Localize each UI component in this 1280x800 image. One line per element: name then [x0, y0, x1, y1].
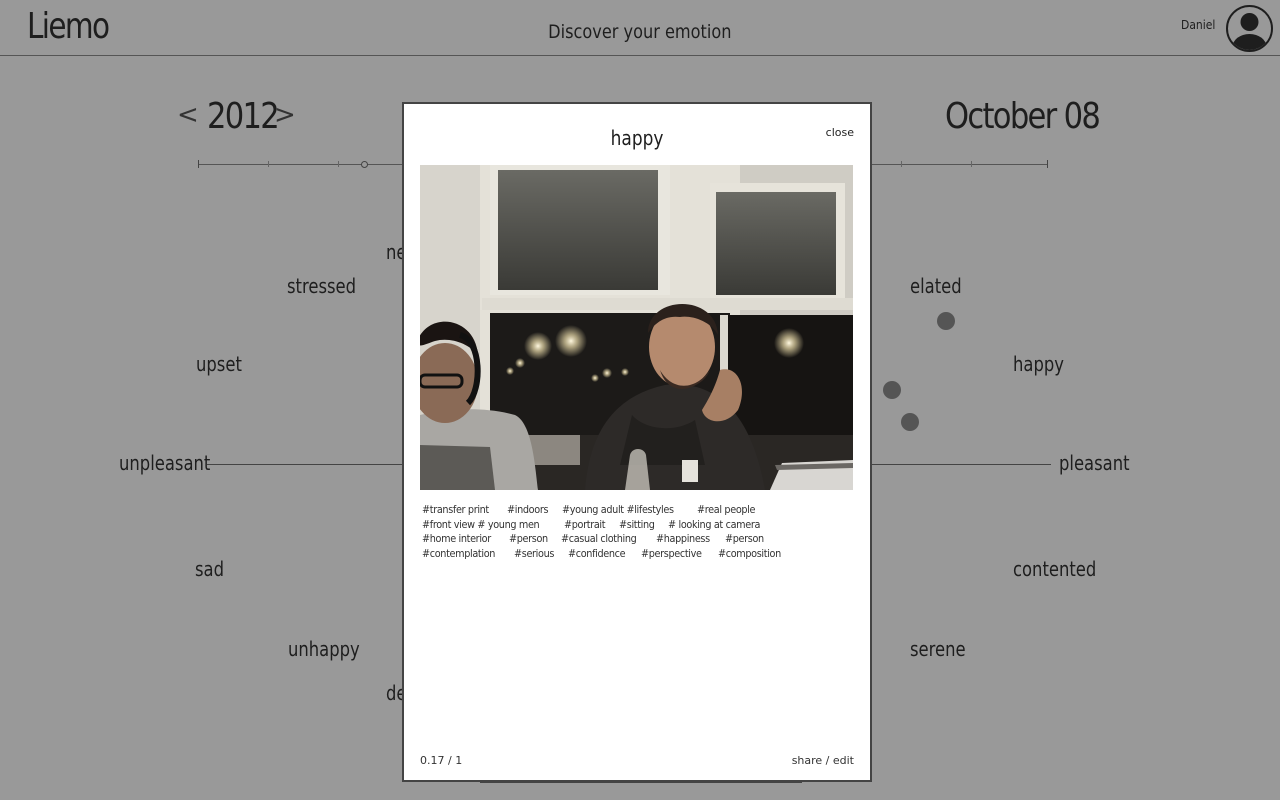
date-label: October 08	[945, 96, 1101, 137]
emotion-label-elated: elated	[910, 274, 962, 298]
tag-item[interactable]: #front view # young men	[422, 518, 540, 533]
timeline-tick	[901, 161, 902, 167]
emotion-score: 0.17 / 1	[420, 754, 463, 767]
emotion-label-sad: sad	[195, 557, 225, 581]
background-divider	[480, 782, 802, 783]
tag-item[interactable]: #indoors	[507, 503, 548, 518]
tag-item[interactable]: #confidence	[568, 547, 626, 562]
emotion-label-contented: contented	[1013, 557, 1097, 581]
tag-item[interactable]: #person	[509, 532, 548, 547]
tag-item[interactable]: #contemplation	[422, 547, 495, 562]
emotion-photo	[420, 165, 853, 490]
tag-item[interactable]: #sitting	[619, 518, 655, 533]
tag-item[interactable]: #person	[725, 532, 764, 547]
tag-item[interactable]: #composition	[718, 547, 781, 562]
emotion-entry-dot[interactable]	[883, 381, 901, 399]
user-icon	[1232, 13, 1267, 50]
tag-item[interactable]: #happiness	[656, 532, 710, 547]
page-tagline: Discover your emotion	[0, 21, 1280, 43]
tag-item[interactable]: #young adult #lifestyles	[562, 503, 674, 518]
emotion-label-pleasant: pleasant	[1059, 451, 1130, 475]
tag-item[interactable]: #transfer print	[422, 503, 489, 518]
emotion-label-unhappy: unhappy	[288, 637, 360, 661]
close-button[interactable]: close	[826, 126, 854, 139]
emotion-label-happy: happy	[1013, 352, 1064, 376]
header: Liemo Discover your emotion Daniel	[0, 0, 1280, 56]
timeline-tick	[268, 161, 269, 167]
modal-title-text: happy	[610, 126, 664, 150]
username-label[interactable]: Daniel	[1181, 18, 1215, 32]
timeline-tick	[1047, 160, 1048, 168]
tag-item[interactable]: #home interior	[422, 532, 491, 547]
tag-list: #transfer print #indoors #young adult #l…	[422, 503, 858, 561]
next-year-button[interactable]: >	[274, 100, 296, 130]
tag-item[interactable]: # looking at camera	[668, 518, 760, 533]
emotion-label-upset: upset	[196, 352, 242, 376]
photo-detail-modal: happy close #transfer print #indoors #yo…	[402, 102, 872, 782]
year-label: 2012	[207, 96, 280, 137]
modal-title: happy	[404, 126, 870, 150]
timeline-tick	[198, 160, 199, 168]
prev-year-button[interactable]: <	[177, 100, 199, 130]
tag-item[interactable]: #portrait	[564, 518, 606, 533]
photo-illustration	[420, 165, 853, 490]
tag-item[interactable]: #casual clothing	[561, 532, 637, 547]
tag-item[interactable]: #real people	[697, 503, 755, 518]
tagline-text: Discover your emotion	[548, 21, 732, 43]
avatar[interactable]	[1226, 5, 1273, 52]
valence-axis-right	[872, 464, 1051, 465]
valence-axis-left	[207, 464, 407, 465]
tag-item[interactable]: #perspective	[641, 547, 702, 562]
timeline-tick	[971, 161, 972, 167]
emotion-entry-dot[interactable]	[901, 413, 919, 431]
tag-item[interactable]: #serious	[514, 547, 554, 562]
share-edit-link[interactable]: share / edit	[792, 754, 854, 767]
emotion-entry-dot[interactable]	[937, 312, 955, 330]
timeline-handle[interactable]	[361, 161, 368, 168]
emotion-label-unpleasant: unpleasant	[119, 451, 211, 475]
emotion-label-stressed: stressed	[287, 274, 357, 298]
timeline-tick	[338, 161, 339, 167]
emotion-label-serene: serene	[910, 637, 966, 661]
